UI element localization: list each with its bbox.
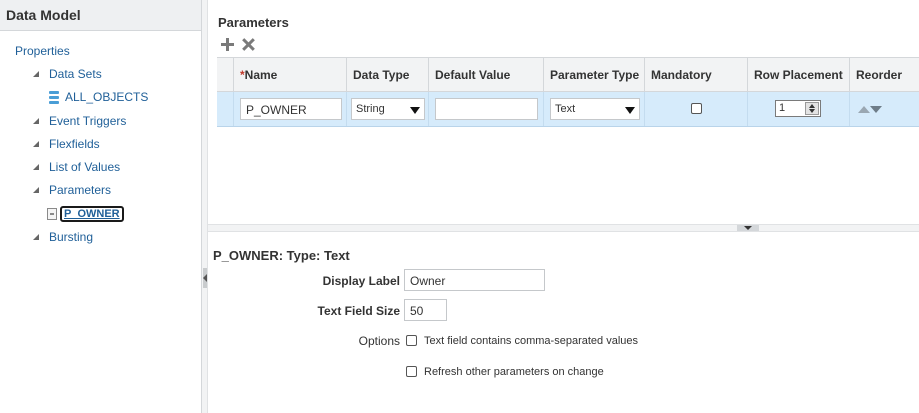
section-title: Parameters <box>218 15 289 30</box>
tree-item-label: Event Triggers <box>49 114 127 128</box>
tree-item-p-owner[interactable]: P_OWNER <box>47 205 124 223</box>
selected-node-label[interactable]: P_OWNER <box>60 206 124 222</box>
column-header-row-placement: Row Placement <box>748 58 850 91</box>
refresh-parameters-checkbox[interactable] <box>406 366 417 377</box>
table-row[interactable]: P_OWNER String Text 1 <box>217 92 919 127</box>
row-selector[interactable] <box>217 92 234 126</box>
cell-parameter-type: Text <box>544 92 645 126</box>
data-model-title: Data Model <box>0 0 201 31</box>
comma-separated-checkbox[interactable] <box>406 335 417 346</box>
display-label-label: Display Label <box>322 274 400 288</box>
tree-item-label: ALL_OBJECTS <box>65 90 149 104</box>
row-placement-stepper[interactable]: 1 <box>775 100 821 117</box>
expand-triangle-icon[interactable] <box>33 187 39 193</box>
plus-icon[interactable] <box>220 37 235 52</box>
tree-item-event-triggers[interactable]: Event Triggers <box>33 113 126 129</box>
move-up-icon[interactable] <box>858 106 870 113</box>
tree-item-flexfields[interactable]: Flexfields <box>33 136 100 152</box>
cell-data-type: String <box>347 92 429 126</box>
close-icon[interactable] <box>241 37 256 52</box>
parameters-table: *Name Data Type Default Value Parameter … <box>217 57 919 127</box>
dropdown-arrow-icon <box>625 107 635 114</box>
default-value-input[interactable] <box>435 98 538 120</box>
collapse-down-icon[interactable] <box>737 225 759 231</box>
tree-item-bursting[interactable]: Bursting <box>33 229 93 245</box>
cell-name: P_OWNER <box>234 92 347 126</box>
text-field-size-input[interactable]: 50 <box>404 299 447 321</box>
expand-triangle-icon[interactable] <box>33 234 39 240</box>
tree-item-label: Parameters <box>49 183 112 197</box>
column-header-default-value: Default Value <box>429 58 544 91</box>
tree-item-label: Flexfields <box>49 137 100 151</box>
column-header-mandatory: Mandatory <box>645 58 748 91</box>
data-type-value: String <box>356 103 385 115</box>
parameter-type-value: Text <box>555 103 576 115</box>
parameter-icon <box>47 208 57 220</box>
refresh-parameters-label[interactable]: Refresh other parameters on change <box>424 366 604 378</box>
tree-item-list-of-values[interactable]: List of Values <box>33 159 120 175</box>
parameter-name-input[interactable]: P_OWNER <box>240 98 342 120</box>
table-header: *Name Data Type Default Value Parameter … <box>217 57 919 92</box>
text-field-size-label: Text Field Size <box>317 304 400 318</box>
horizontal-splitter[interactable] <box>208 224 919 232</box>
tree-item-all-objects[interactable]: ALL_OBJECTS <box>49 88 148 106</box>
stepper-arrows-icon[interactable] <box>805 102 819 115</box>
options-label: Options <box>358 334 400 348</box>
mandatory-checkbox[interactable] <box>691 103 702 114</box>
column-header-data-type: Data Type <box>347 58 429 91</box>
expand-triangle-icon[interactable] <box>33 141 39 147</box>
tree-item-label: Bursting <box>49 230 94 244</box>
expand-triangle-icon[interactable] <box>33 118 39 124</box>
cell-default-value <box>429 92 544 126</box>
tree-item-data-sets[interactable]: Data Sets <box>33 66 102 82</box>
comma-separated-label[interactable]: Text field contains comma-separated valu… <box>424 335 638 347</box>
column-header-name: *Name <box>234 58 347 91</box>
row-placement-value: 1 <box>779 102 786 114</box>
cell-reorder <box>850 92 919 126</box>
move-down-icon[interactable] <box>870 106 882 113</box>
parameter-type-select[interactable]: Text <box>550 98 640 120</box>
tree-root-properties[interactable]: Properties <box>15 44 70 58</box>
display-label-input[interactable]: Owner <box>404 269 545 291</box>
column-header-label: Name <box>244 68 278 82</box>
cell-row-placement: 1 <box>748 92 850 126</box>
row-header-column <box>217 58 234 91</box>
cell-mandatory <box>645 92 748 126</box>
column-header-reorder: Reorder <box>856 68 903 82</box>
database-icon <box>49 90 59 104</box>
parameter-detail-title: P_OWNER: Type: Text <box>213 248 350 263</box>
dropdown-arrow-icon <box>410 107 420 114</box>
data-model-panel: Data Model Properties Data Sets ALL_OBJE… <box>0 0 202 413</box>
tree-item-parameters[interactable]: Parameters <box>33 182 111 198</box>
expand-triangle-icon[interactable] <box>33 71 39 77</box>
column-header-parameter-type: Parameter Type <box>544 58 645 91</box>
data-type-select[interactable]: String <box>351 98 425 120</box>
collapse-left-icon[interactable] <box>203 268 207 288</box>
parameters-editor: Parameters *Name Data Type Default Value… <box>208 0 919 413</box>
expand-triangle-icon[interactable] <box>33 164 39 170</box>
tree-item-label: Data Sets <box>49 67 102 81</box>
tree-item-label: List of Values <box>49 160 121 174</box>
